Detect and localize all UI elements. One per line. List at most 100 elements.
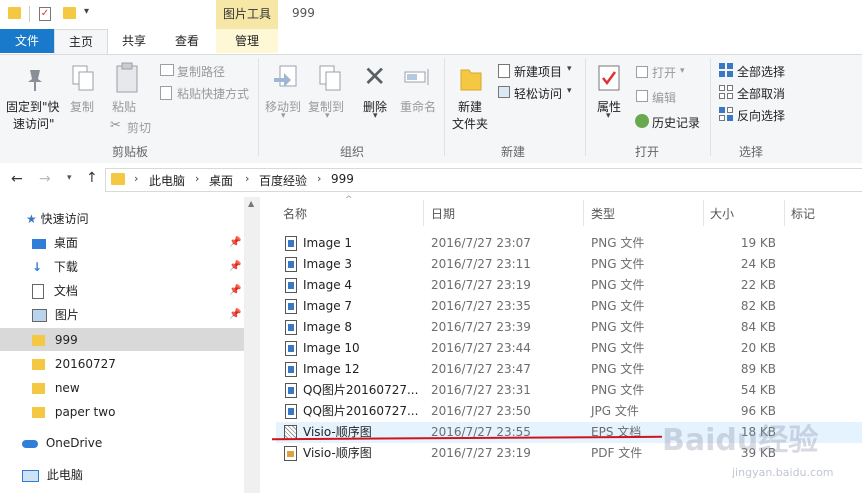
file-row[interactable]: QQ图片20160727... 2016/7/27 23:31 PNG 文件 5… <box>276 380 862 401</box>
file-row[interactable]: Image 7 2016/7/27 23:35 PNG 文件 82 KB <box>276 296 862 317</box>
up-arrow-icon[interactable]: ↑ <box>86 170 98 186</box>
paste-icon[interactable] <box>114 62 140 94</box>
history-icon[interactable] <box>635 114 649 128</box>
folder-icon[interactable] <box>8 7 21 19</box>
nav-item-20160727[interactable]: 20160727 <box>32 353 116 375</box>
nav-item-desktop[interactable]: 桌面 <box>32 232 78 254</box>
column-divider[interactable] <box>583 200 584 226</box>
nav-quick-access[interactable]: ★ 快速访问 <box>26 208 89 230</box>
select-all-icon[interactable] <box>719 63 733 77</box>
select-none-icon[interactable] <box>719 85 733 99</box>
chevron-right-icon[interactable]: › <box>134 172 138 185</box>
delete-icon[interactable]: ✕ <box>363 63 386 91</box>
nav-item-new[interactable]: new <box>32 377 80 399</box>
file-row[interactable]: Image 1 2016/7/27 23:07 PNG 文件 19 KB <box>276 233 862 254</box>
nav-item-documents[interactable]: 文档 <box>32 280 78 302</box>
pin-icon[interactable]: 📌 <box>229 285 241 296</box>
recent-locations-chevron-icon[interactable]: ▾ <box>67 173 72 183</box>
edit-icon[interactable] <box>636 90 648 102</box>
invert-selection-button[interactable]: 反向选择 <box>737 107 785 124</box>
new-folder-label-2[interactable]: 文件夹 <box>452 115 488 132</box>
scroll-up-icon[interactable]: ▲ <box>248 199 254 208</box>
properties-dropdown-icon[interactable]: ▾ <box>606 111 611 121</box>
copy-path-button[interactable]: 复制路径 <box>177 63 225 80</box>
delete-dropdown-icon[interactable]: ▾ <box>373 111 378 121</box>
copy-to-icon[interactable] <box>316 64 344 92</box>
breadcrumb-this-pc[interactable]: 此电脑 <box>149 172 185 189</box>
column-divider[interactable] <box>423 200 424 226</box>
pin-to-quick-access-label-1[interactable]: 固定到"快 <box>6 98 60 115</box>
column-header-size[interactable]: 大小 <box>710 205 734 222</box>
cut-icon[interactable]: ✂ <box>110 118 121 133</box>
column-header-date[interactable]: 日期 <box>431 205 455 222</box>
file-row[interactable]: Image 12 2016/7/27 23:47 PNG 文件 89 KB <box>276 359 862 380</box>
new-folder-icon[interactable] <box>460 66 482 92</box>
rename-icon[interactable] <box>404 68 432 86</box>
tab-home[interactable]: 主页 <box>54 29 108 55</box>
file-row[interactable]: Image 10 2016/7/27 23:44 PNG 文件 20 KB <box>276 338 862 359</box>
rename-button[interactable]: 重命名 <box>400 98 436 115</box>
breadcrumb-999[interactable]: 999 <box>331 172 354 186</box>
forward-arrow-icon[interactable]: → <box>39 171 51 187</box>
nav-item-downloads[interactable]: ↓ 下载 <box>32 256 78 278</box>
breadcrumb-baidu-jingyan[interactable]: 百度经验 <box>259 172 307 189</box>
column-header-tags[interactable]: 标记 <box>791 205 815 222</box>
tab-file[interactable]: 文件 <box>0 29 54 53</box>
edit-button[interactable]: 编辑 <box>652 89 676 106</box>
properties-icon[interactable] <box>598 64 620 92</box>
tab-view[interactable]: 查看 <box>165 29 209 53</box>
customize-qat-icon[interactable]: ▾ <box>84 6 89 17</box>
file-row[interactable]: Image 3 2016/7/27 23:11 PNG 文件 24 KB <box>276 254 862 275</box>
pin-icon[interactable]: 📌 <box>229 261 241 272</box>
new-item-icon[interactable] <box>498 64 510 78</box>
open-button[interactable]: 打开 <box>652 64 676 81</box>
nav-item-999[interactable]: 999 <box>32 329 78 351</box>
easy-access-dropdown-icon[interactable]: ▾ <box>567 86 572 96</box>
pin-to-quick-access-label-2[interactable]: 速访问" <box>13 115 55 132</box>
history-button[interactable]: 历史记录 <box>652 114 700 131</box>
copy-path-icon[interactable] <box>160 64 174 76</box>
move-to-dropdown-icon[interactable]: ▾ <box>281 111 286 121</box>
column-header-name[interactable]: 名称 <box>283 205 307 222</box>
breadcrumb-desktop[interactable]: 桌面 <box>209 172 233 189</box>
move-to-icon[interactable] <box>272 64 300 92</box>
nav-item-pictures[interactable]: 图片 <box>32 304 79 326</box>
copy-icon[interactable] <box>71 64 95 92</box>
column-header-type[interactable]: 类型 <box>591 205 615 222</box>
column-divider[interactable] <box>784 200 785 226</box>
invert-selection-icon[interactable] <box>719 107 733 121</box>
nav-onedrive[interactable]: OneDrive <box>22 432 102 454</box>
new-folder-label-1[interactable]: 新建 <box>458 98 482 115</box>
pin-icon[interactable]: 📌 <box>229 309 241 320</box>
chevron-right-icon[interactable]: › <box>245 172 249 185</box>
new-item-button[interactable]: 新建项目 <box>514 63 562 80</box>
properties-icon[interactable]: ✓ <box>39 7 51 21</box>
new-item-dropdown-icon[interactable]: ▾ <box>567 64 572 74</box>
open-dropdown-icon[interactable]: ▾ <box>680 66 685 76</box>
select-all-button[interactable]: 全部选择 <box>737 63 785 80</box>
file-row[interactable]: Image 4 2016/7/27 23:19 PNG 文件 22 KB <box>276 275 862 296</box>
cut-button[interactable]: 剪切 <box>127 119 151 136</box>
pin-icon[interactable]: 📌 <box>229 237 241 248</box>
easy-access-icon[interactable] <box>498 86 510 98</box>
nav-this-pc[interactable]: 此电脑 <box>22 464 83 486</box>
tab-share[interactable]: 共享 <box>112 29 156 53</box>
chevron-right-icon[interactable]: › <box>317 172 321 185</box>
new-folder-icon[interactable] <box>63 7 76 19</box>
back-arrow-icon[interactable]: ← <box>11 171 23 187</box>
navigation-pane-scrollbar[interactable] <box>244 197 260 493</box>
select-none-button[interactable]: 全部取消 <box>737 85 785 102</box>
file-row[interactable]: Image 8 2016/7/27 23:39 PNG 文件 84 KB <box>276 317 862 338</box>
paste-button[interactable]: 粘贴 <box>112 98 136 115</box>
pin-icon[interactable] <box>24 66 46 92</box>
column-divider[interactable] <box>703 200 704 226</box>
paste-shortcut-button[interactable]: 粘贴快捷方式 <box>177 85 249 102</box>
paste-shortcut-icon[interactable] <box>160 86 172 100</box>
copy-button[interactable]: 复制 <box>70 98 94 115</box>
chevron-right-icon[interactable]: › <box>195 172 199 185</box>
open-icon[interactable] <box>636 66 648 78</box>
nav-item-paper-two[interactable]: paper two <box>32 401 115 423</box>
copy-to-dropdown-icon[interactable]: ▾ <box>325 111 330 121</box>
easy-access-button[interactable]: 轻松访问 <box>514 85 562 102</box>
tab-manage[interactable]: 管理 <box>216 29 278 53</box>
